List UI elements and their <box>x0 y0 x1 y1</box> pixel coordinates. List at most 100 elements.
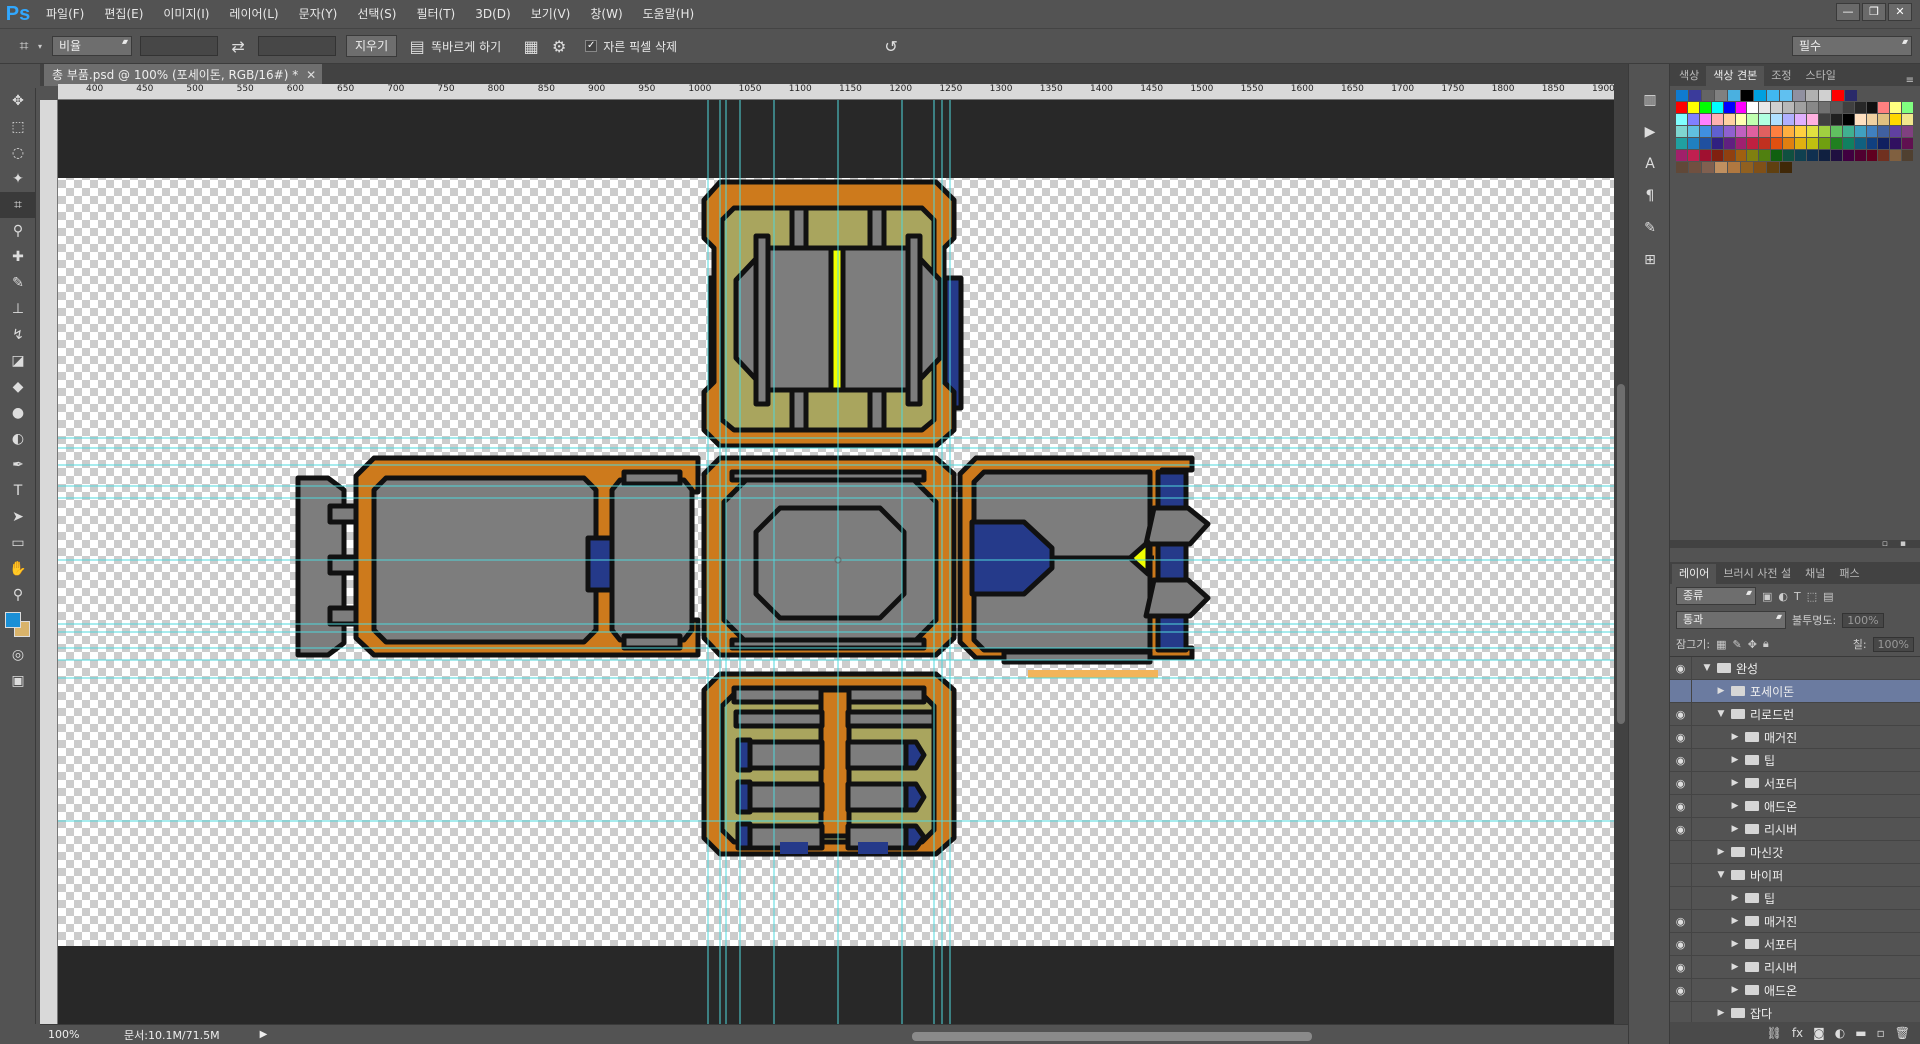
filter-smart-icon[interactable]: ▤ <box>1823 590 1833 603</box>
color-swatch[interactable] <box>1676 162 1688 173</box>
color-swatch[interactable] <box>1723 126 1735 137</box>
layer-row[interactable]: ◉ ▶ 매거진 <box>1670 725 1920 749</box>
color-swatch[interactable] <box>1711 102 1723 113</box>
color-swatch[interactable] <box>1759 102 1771 113</box>
clone-source-panel-icon[interactable]: ⊞ <box>1629 244 1671 276</box>
color-swatch[interactable] <box>1878 126 1890 137</box>
color-swatch[interactable] <box>1795 102 1806 113</box>
visibility-eye-icon[interactable]: ◉ <box>1670 978 1692 1002</box>
history-brush-tool-icon[interactable]: ↯ <box>0 322 36 348</box>
move-tool-icon[interactable]: ✥ <box>0 88 36 114</box>
foreground-color-swatch[interactable] <box>5 612 21 628</box>
color-swatch[interactable] <box>1842 114 1854 125</box>
tab-styles[interactable]: 스타일 <box>1798 66 1842 86</box>
marquee-tool-icon[interactable]: ⬚ <box>0 114 36 140</box>
color-swatch[interactable] <box>1795 114 1806 125</box>
visibility-eye-icon[interactable]: ◉ <box>1670 725 1692 749</box>
history-panel-icon[interactable]: ▥ <box>1629 84 1671 116</box>
layer-row[interactable]: ◉ ▶ 리시버 <box>1670 955 1920 979</box>
new-layer-icon[interactable]: ▫ <box>1877 1026 1885 1040</box>
rectangle-tool-icon[interactable]: ▭ <box>0 530 36 556</box>
fill-value[interactable]: 100% <box>1872 636 1914 652</box>
expand-arrow-icon[interactable]: ▶ <box>1730 939 1740 949</box>
color-swatch[interactable] <box>1818 138 1830 149</box>
layer-row[interactable]: ▶ 팁 <box>1670 886 1920 910</box>
color-swatch[interactable] <box>1783 126 1795 137</box>
tab-channels[interactable]: 채널 <box>1798 564 1832 584</box>
color-swatch[interactable] <box>1687 102 1699 113</box>
color-swatch[interactable] <box>1711 138 1723 149</box>
visibility-eye-icon[interactable]: ◉ <box>1670 909 1692 933</box>
color-swatch[interactable] <box>1699 102 1711 113</box>
crop-tool-preset-icon[interactable]: ⌗ <box>10 33 38 59</box>
color-swatch[interactable] <box>1806 90 1818 101</box>
close-button[interactable]: ✕ <box>1888 3 1912 21</box>
tab-swatches[interactable]: 색상 견본 <box>1706 66 1765 86</box>
menu-edit[interactable]: 편집(E) <box>94 0 153 28</box>
clone-stamp-tool-icon[interactable]: ⊥ <box>0 296 36 322</box>
menu-layer[interactable]: 레이어(L) <box>219 0 288 28</box>
new-adjustment-icon[interactable]: ◐ <box>1835 1026 1845 1040</box>
expand-arrow-icon[interactable]: ▶ <box>1730 755 1740 765</box>
restore-button[interactable]: ❐ <box>1862 3 1886 21</box>
menu-type[interactable]: 문자(Y) <box>289 0 348 28</box>
color-swatch[interactable] <box>1735 114 1747 125</box>
collapse-arrow-icon[interactable]: ▼ <box>1702 663 1712 673</box>
color-swatch[interactable] <box>1780 162 1792 173</box>
visibility-eye-icon[interactable] <box>1670 840 1692 864</box>
color-swatch[interactable] <box>1780 90 1792 101</box>
lasso-tool-icon[interactable]: ◌ <box>0 140 36 166</box>
menu-window[interactable]: 창(W) <box>580 0 632 28</box>
color-swatch[interactable] <box>1735 150 1747 161</box>
color-swatch[interactable] <box>1783 114 1795 125</box>
color-swatch[interactable] <box>1711 126 1723 137</box>
color-swatch[interactable] <box>1854 126 1866 137</box>
color-swatch[interactable] <box>1806 126 1818 137</box>
color-swatch[interactable] <box>1830 102 1842 113</box>
overlay-grid-icon[interactable]: ▦ <box>517 33 545 59</box>
layer-row[interactable]: ◉ ▼ 리로드런 <box>1670 702 1920 726</box>
color-swatch[interactable] <box>1723 114 1735 125</box>
color-swatch[interactable] <box>1890 114 1902 125</box>
link-layers-icon[interactable]: ⛓ <box>1767 1026 1782 1040</box>
color-swatch[interactable] <box>1854 102 1866 113</box>
color-swatch[interactable] <box>1806 150 1818 161</box>
ratio-select[interactable]: 비율 <box>52 36 133 56</box>
eraser-tool-icon[interactable]: ◪ <box>0 348 36 374</box>
menu-filter[interactable]: 필터(T) <box>406 0 465 28</box>
delete-cropped-checkbox[interactable]: ✓ <box>585 40 598 52</box>
color-swatch[interactable] <box>1699 126 1711 137</box>
filter-pixel-icon[interactable]: ▣ <box>1762 590 1772 603</box>
expand-arrow-icon[interactable]: ▶ <box>1730 778 1740 788</box>
color-swatch[interactable] <box>1830 138 1842 149</box>
color-swatch[interactable] <box>1735 102 1747 113</box>
tab-paths[interactable]: 패스 <box>1832 564 1866 584</box>
visibility-eye-icon[interactable] <box>1670 886 1692 910</box>
layer-row[interactable]: ◉ ▶ 매거진 <box>1670 909 1920 933</box>
visibility-eye-icon[interactable]: ◉ <box>1670 771 1692 795</box>
color-swatch[interactable] <box>1723 150 1735 161</box>
magic-wand-tool-icon[interactable]: ✦ <box>0 166 36 192</box>
color-swatch[interactable] <box>1806 114 1818 125</box>
brush-tool-icon[interactable]: ✎ <box>0 270 36 296</box>
lock-transparent-icon[interactable]: ▦ <box>1716 638 1726 651</box>
paragraph-panel-icon[interactable]: ¶ <box>1629 180 1671 212</box>
pen-tool-icon[interactable]: ✒ <box>0 452 36 478</box>
workspace-select[interactable]: 필수 <box>1792 36 1912 56</box>
zoom-tool-icon[interactable]: ⚲ <box>0 582 36 608</box>
expand-arrow-icon[interactable]: ▶ <box>1716 1008 1726 1018</box>
straighten-icon[interactable]: ▤ <box>403 33 431 59</box>
color-swatch[interactable] <box>1902 114 1914 125</box>
visibility-eye-icon[interactable]: ◉ <box>1670 794 1692 818</box>
expand-arrow-icon[interactable]: ▶ <box>1730 985 1740 995</box>
expand-arrow-icon[interactable]: ▶ <box>1730 732 1740 742</box>
straighten-label[interactable]: 똑바르게 하기 <box>431 38 501 55</box>
type-tool-icon[interactable]: T <box>0 478 36 504</box>
expand-arrow-icon[interactable]: ▶ <box>1730 893 1740 903</box>
color-swatch[interactable] <box>1687 138 1699 149</box>
color-swatch[interactable] <box>1689 162 1701 173</box>
color-swatch[interactable] <box>1759 150 1771 161</box>
color-swatch[interactable] <box>1676 102 1687 113</box>
color-swatch[interactable] <box>1759 126 1771 137</box>
lock-all-icon[interactable]: 🔒︎ <box>1763 637 1769 651</box>
